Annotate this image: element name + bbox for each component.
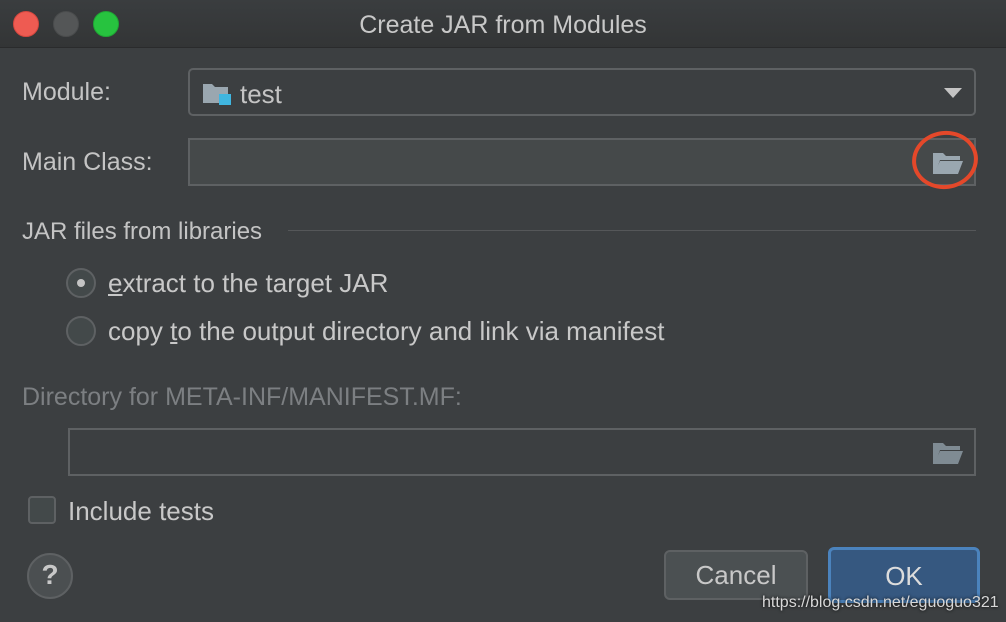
copy-link-radio-label[interactable]: copy to the output directory and link vi… <box>108 316 664 347</box>
title-bar: Create JAR from Modules <box>0 0 1006 48</box>
manifest-dir-input[interactable] <box>68 428 976 476</box>
include-tests-checkbox[interactable] <box>28 496 56 524</box>
cancel-button[interactable]: Cancel <box>664 550 808 600</box>
libraries-section-title: JAR files from libraries <box>22 218 263 245</box>
copy-link-radio[interactable] <box>66 316 96 346</box>
module-select[interactable]: test <box>188 68 976 116</box>
dialog-window: Create JAR from Modules Module: test Mai… <box>0 0 1006 622</box>
dialog-title: Create JAR from Modules <box>359 11 647 39</box>
module-value: test <box>240 79 282 109</box>
folder-open-icon[interactable] <box>932 440 964 466</box>
manifest-dir-label: Directory for META-INF/MANIFEST.MF: <box>22 383 462 411</box>
chevron-down-icon[interactable] <box>944 88 962 98</box>
extract-radio[interactable] <box>66 268 96 298</box>
include-tests-label[interactable]: Include tests <box>68 496 214 527</box>
section-separator <box>288 230 976 231</box>
module-folder-icon <box>202 81 232 105</box>
extract-radio-label[interactable]: extract to the target JAR <box>108 268 388 299</box>
main-class-input[interactable] <box>188 138 976 186</box>
module-label: Module: <box>22 78 111 106</box>
help-button[interactable]: ? <box>27 553 73 599</box>
watermark-text: https://blog.csdn.net/eguoguo321 <box>762 594 999 611</box>
main-class-label: Main Class: <box>22 148 153 176</box>
